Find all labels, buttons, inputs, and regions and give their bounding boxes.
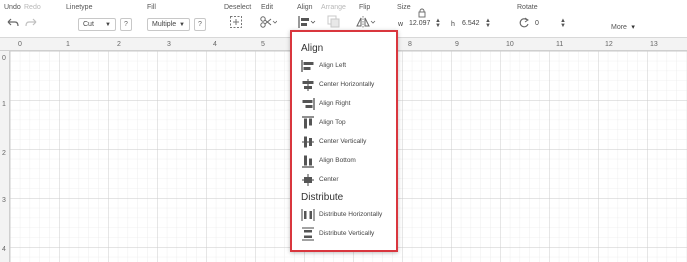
ruler-label: 3 (167, 41, 171, 48)
distribute-heading: Distribute (301, 192, 344, 203)
scissors-icon[interactable] (259, 15, 277, 29)
ruler-label: 4 (2, 246, 6, 253)
ruler-label: 0 (18, 41, 22, 48)
menu-item-label: Align Left (319, 62, 347, 69)
chevron-down-icon: ▼ (179, 22, 185, 28)
redo-icon[interactable] (25, 16, 39, 28)
height-prefix: h (451, 21, 455, 28)
distribute-vertically-item[interactable]: Distribute Vertically (301, 226, 395, 242)
rotate-label: Rotate (517, 4, 538, 11)
align-right-item[interactable]: Align Right (301, 96, 395, 112)
menu-item-label: Align Top (319, 119, 346, 126)
align-right-icon (302, 98, 315, 110)
rotate-group: Rotate (517, 4, 538, 11)
center-item[interactable]: Center (301, 172, 395, 188)
size-group: Size (397, 4, 411, 11)
width-input[interactable]: 12.097 (409, 20, 430, 27)
menu-item-label: Distribute Vertically (319, 230, 375, 237)
ruler-label: 1 (2, 101, 6, 108)
linetype-help-button[interactable]: ? (120, 18, 132, 31)
ruler-label: 8 (408, 41, 412, 48)
ruler-label: 2 (2, 150, 6, 157)
fill-group: Fill (147, 4, 156, 11)
chevron-down-icon: ▾ (631, 24, 635, 31)
flip-icon[interactable] (356, 15, 376, 29)
menu-item-label: Distribute Horizontally (319, 211, 383, 218)
width-stepper[interactable]: ▲ ▼ (435, 18, 441, 29)
undo-group[interactable]: Undo (4, 4, 21, 27)
center-vertically-item[interactable]: Center Vertically (301, 134, 395, 150)
arrange-icon[interactable] (327, 15, 345, 29)
align-bottom-item[interactable]: Align Bottom (301, 153, 395, 169)
linetype-group: Linetype (66, 4, 92, 11)
deselect-group[interactable]: Deselect (224, 4, 252, 28)
ruler-label: 13 (650, 41, 658, 48)
flip-group[interactable]: Flip (356, 4, 376, 28)
undo-label: Undo (4, 4, 21, 11)
ruler-label: 12 (605, 41, 613, 48)
deselect-label: Deselect (224, 4, 252, 11)
ruler-label: 3 (2, 197, 6, 204)
align-left-icon (301, 60, 314, 72)
align-dropdown-menu: Align Align Left Center Horizontally Ali… (290, 30, 398, 252)
height-stepper[interactable]: ▲ ▼ (485, 18, 491, 29)
size-label: Size (397, 4, 411, 11)
center-horizontally-icon (302, 79, 314, 91)
align-left-item[interactable]: Align Left (301, 58, 395, 74)
menu-item-label: Center (319, 176, 339, 183)
align-bottom-icon (302, 155, 314, 168)
deselect-icon[interactable] (229, 15, 243, 29)
height-input[interactable]: 6.542 (462, 20, 480, 27)
ruler-label: 2 (117, 41, 121, 48)
fill-value: Multiple (152, 21, 177, 28)
center-icon (302, 174, 314, 186)
lock-icon[interactable] (418, 8, 426, 18)
ruler-label: 5 (261, 41, 265, 48)
edit-group[interactable]: Edit (260, 4, 277, 28)
ruler-label: 1 (66, 41, 70, 48)
undo-icon[interactable] (5, 16, 19, 28)
vertical-ruler: 0 1 2 3 4 (0, 51, 10, 262)
menu-item-label: Center Horizontally (319, 81, 375, 88)
align-top-icon (302, 116, 314, 129)
fill-label: Fill (147, 4, 156, 11)
arrange-group[interactable]: Arrange (321, 4, 346, 28)
center-horizontally-item[interactable]: Center Horizontally (301, 77, 395, 93)
more-label: More (611, 24, 627, 31)
redo-group[interactable]: Redo (24, 4, 41, 27)
flip-label: Flip (359, 4, 371, 11)
distribute-horizontally-item[interactable]: Distribute Horizontally (301, 207, 395, 223)
center-vertically-icon (302, 136, 314, 148)
linetype-select[interactable]: Cut ▼ (78, 18, 116, 31)
arrange-label: Arrange (321, 4, 346, 11)
edit-label: Edit (261, 4, 274, 11)
more-button[interactable]: More ▾ (611, 16, 635, 34)
ruler-label: 4 (213, 41, 217, 48)
ruler-label: 10 (506, 41, 514, 48)
align-icon[interactable] (298, 15, 316, 29)
rotate-input[interactable]: 0 (535, 20, 539, 27)
fill-select[interactable]: Multiple ▼ (147, 18, 190, 31)
align-group[interactable]: Align (297, 4, 316, 28)
linetype-label: Linetype (66, 4, 93, 11)
chevron-down-icon: ▼ (105, 22, 111, 28)
align-label: Align (297, 4, 313, 11)
menu-item-label: Align Right (319, 100, 351, 107)
distribute-horizontally-icon (301, 209, 315, 221)
redo-label: Redo (24, 4, 41, 11)
rotate-stepper[interactable]: ▲ ▼ (560, 18, 566, 29)
distribute-vertically-icon (302, 227, 314, 241)
menu-item-label: Align Bottom (319, 157, 356, 164)
linetype-value: Cut (83, 21, 94, 28)
ruler-label: 9 (455, 41, 459, 48)
menu-item-label: Center Vertically (319, 138, 367, 145)
ruler-label: 0 (2, 55, 6, 62)
rotate-icon (519, 17, 529, 28)
width-prefix: w (398, 21, 404, 28)
ruler-label: 11 (556, 41, 564, 48)
fill-help-button[interactable]: ? (194, 18, 206, 31)
align-top-item[interactable]: Align Top (301, 115, 395, 131)
align-heading: Align (301, 43, 324, 54)
